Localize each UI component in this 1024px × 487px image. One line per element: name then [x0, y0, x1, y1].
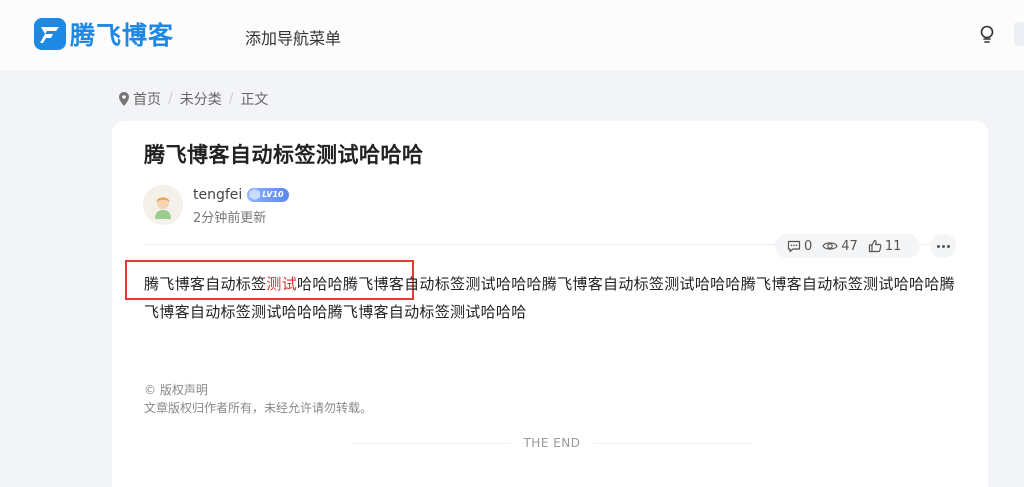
divider-line — [592, 442, 752, 444]
like-count-value: 11 — [884, 238, 902, 254]
breadcrumb-category[interactable]: 未分类 — [180, 89, 222, 109]
auto-tag-link[interactable]: 测试 — [266, 275, 297, 293]
site-name: 腾飞博客 — [70, 21, 175, 50]
breadcrumb-current: 正文 — [240, 92, 269, 108]
eye-icon — [822, 242, 838, 250]
author-row: tengfei LV10 — [193, 187, 289, 203]
location-pin-icon — [119, 92, 129, 106]
updated-time: 2分钟前更新 — [193, 211, 267, 226]
thumbs-up-icon — [868, 239, 882, 253]
like-button[interactable]: 11 — [868, 238, 902, 254]
post-content: 腾飞博客自动标签测试哈哈哈腾飞博客自动标签测试哈哈哈腾飞博客自动标签测试哈哈哈腾… — [144, 270, 964, 326]
the-end-label: THE END — [523, 436, 581, 450]
site-logo[interactable]: 腾飞博客 — [34, 18, 174, 50]
more-icon[interactable] — [930, 234, 956, 258]
post-title: 腾飞博客自动标签测试哈哈哈 — [144, 143, 424, 167]
comment-count-value: 0 — [804, 238, 813, 254]
avatar[interactable] — [143, 185, 183, 225]
copyright-notice: © 版权声明 文章版权归作者所有，未经允许请勿转载。 — [144, 381, 372, 417]
breadcrumb-home[interactable]: 首页 — [133, 89, 161, 109]
logo-icon — [34, 18, 66, 50]
breadcrumb-separator: / — [228, 91, 234, 107]
view-count-value: 47 — [841, 238, 858, 254]
comment-count[interactable]: 0 — [787, 239, 812, 254]
view-count: 47 — [822, 239, 858, 254]
post-stats: 0 47 11 — [775, 234, 920, 258]
the-end-divider: THE END — [352, 435, 752, 451]
divider-line — [352, 442, 512, 444]
bulb-icon[interactable] — [978, 24, 996, 44]
breadcrumb: 首页 / 未分类 / 正文 — [119, 89, 268, 109]
site-header: 腾飞博客 添加导航菜单 — [0, 0, 1024, 70]
copyright-title: © 版权声明 — [144, 383, 208, 397]
nav-item-add-menu[interactable]: 添加导航菜单 — [245, 25, 341, 49]
author-name[interactable]: tengfei — [193, 187, 242, 203]
breadcrumb-separator: / — [168, 91, 173, 107]
header-edge-button[interactable] — [1014, 22, 1024, 46]
level-badge: LV10 — [247, 188, 289, 202]
content-text: 腾飞博客自动标签 — [144, 275, 267, 293]
post-card: 腾飞博客自动标签测试哈哈哈 tengfei LV10 2分钟前更新 0 47 1… — [112, 121, 988, 487]
comment-icon — [787, 240, 801, 252]
copyright-text: 文章版权归作者所有，未经允许请勿转载。 — [144, 401, 373, 415]
